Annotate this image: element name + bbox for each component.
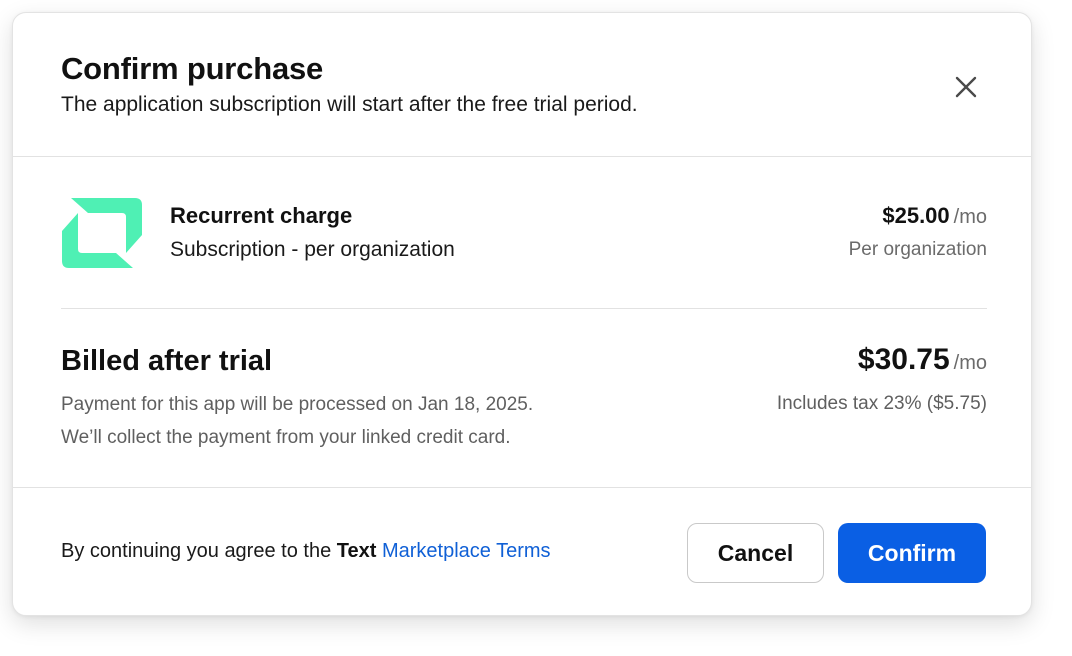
dialog-title: Confirm purchase [61, 51, 324, 86]
dialog-footer: By continuing you agree to the Text Mark… [13, 487, 1031, 615]
tax-note: Includes tax 23% ($5.75) [776, 393, 987, 414]
billed-after-trial-section: Billed after trial Payment for this app … [61, 309, 987, 487]
charge-description: Subscription - per organization [170, 238, 455, 261]
terms-prefix: By continuing you agree to the [61, 540, 332, 562]
recurrent-charge-row: Recurrent charge Subscription - per orga… [61, 157, 987, 309]
app-logo-icon [61, 197, 143, 269]
billed-amount: $30.75 [857, 343, 950, 376]
cancel-button[interactable]: Cancel [687, 523, 824, 583]
charge-label: Recurrent charge [170, 203, 353, 228]
close-button[interactable] [947, 68, 985, 106]
terms-bold-text: Text [336, 540, 377, 562]
terms-text: By continuing you agree to the Text Mark… [61, 540, 551, 563]
billed-price: $30.75/mo [858, 343, 987, 377]
charge-period: /mo [953, 206, 987, 228]
billed-period: /mo [953, 352, 987, 374]
billing-card-text: We’ll collect the payment from your link… [61, 427, 511, 448]
confirm-button[interactable]: Confirm [838, 523, 986, 583]
charge-note: Per organization [848, 239, 987, 260]
charge-amount: $25.00 [882, 203, 950, 228]
confirm-purchase-dialog: Confirm purchase The application subscri… [12, 12, 1032, 616]
dialog-header: Confirm purchase The application subscri… [13, 13, 1031, 157]
close-icon [955, 76, 977, 98]
dialog-subtitle: The application subscription will start … [61, 93, 638, 116]
billing-date-text: Payment for this app will be processed o… [61, 394, 534, 415]
marketplace-terms-link[interactable]: Marketplace Terms [382, 540, 551, 562]
billed-title: Billed after trial [61, 345, 273, 377]
charge-price: $25.00/mo [882, 203, 987, 229]
